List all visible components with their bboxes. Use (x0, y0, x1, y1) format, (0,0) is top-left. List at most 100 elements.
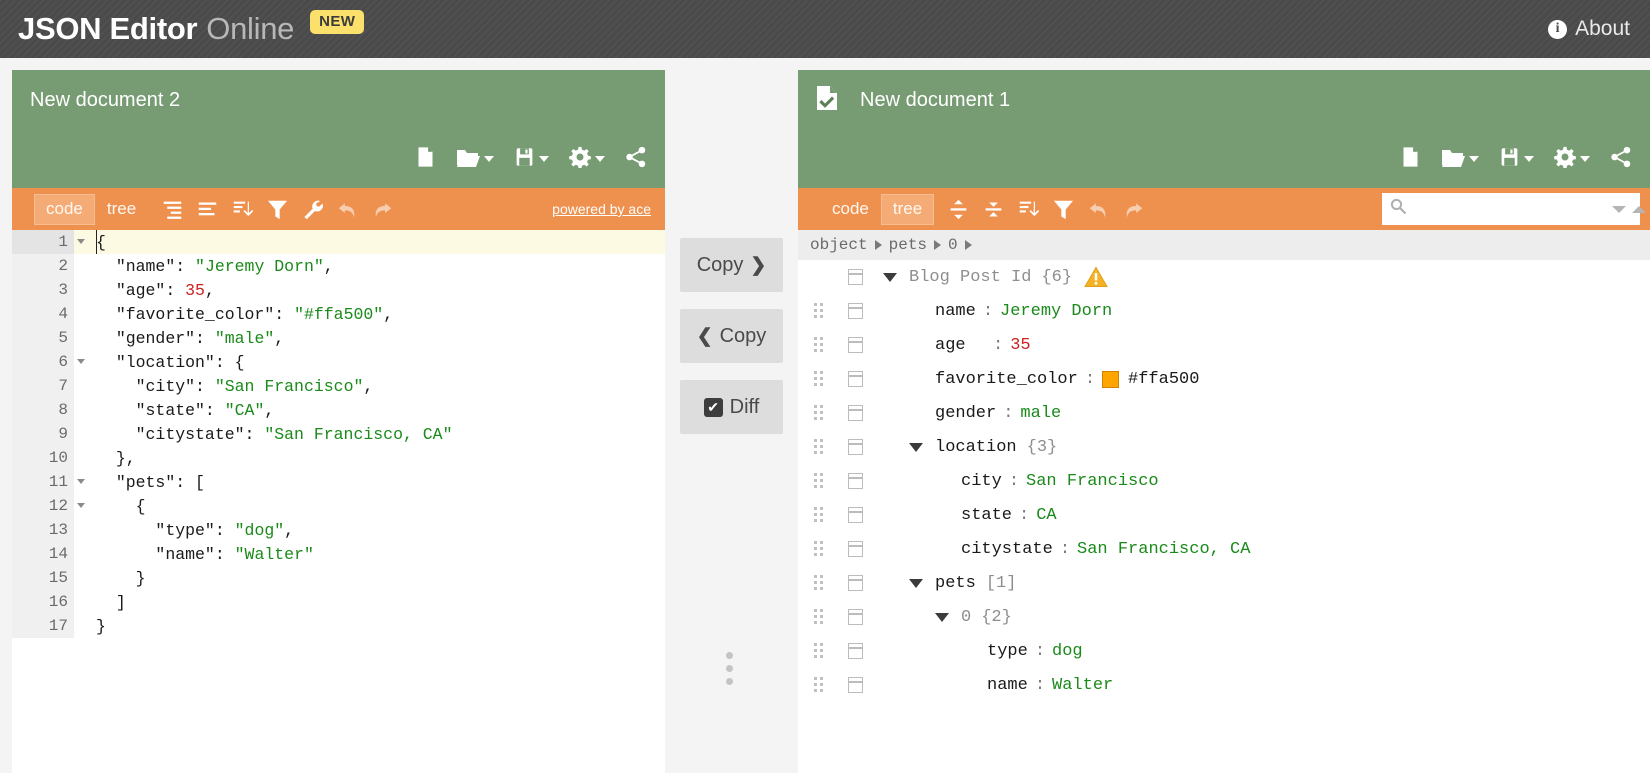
tree-key[interactable]: gender (935, 404, 996, 423)
context-menu-icon[interactable] (848, 643, 863, 659)
breadcrumb-segment[interactable]: object (810, 236, 868, 254)
tree-key[interactable]: Blog Post Id (909, 268, 1031, 287)
gear-button[interactable] (1554, 146, 1590, 173)
code-line[interactable]: 12 { (12, 494, 665, 518)
save-button[interactable] (1499, 145, 1534, 174)
code-line[interactable]: 17} (12, 614, 665, 638)
tree-row[interactable]: pets [1] (798, 566, 1650, 600)
search-input[interactable] (1413, 200, 1612, 218)
tree-key[interactable]: age (935, 336, 986, 355)
breadcrumb-segment[interactable]: 0 (948, 236, 958, 254)
expand-all-icon[interactable] (948, 199, 969, 220)
tree-value[interactable]: San Francisco (1026, 472, 1159, 491)
code-line[interactable]: 16 ] (12, 590, 665, 614)
code-line[interactable]: 15 } (12, 566, 665, 590)
undo-icon[interactable] (1088, 199, 1109, 220)
context-menu-icon[interactable] (848, 575, 863, 591)
sort-icon[interactable] (1018, 199, 1040, 220)
drag-handle-icon[interactable] (814, 371, 830, 387)
left-mode-tab-tree[interactable]: tree (95, 194, 148, 225)
drag-handle-icon[interactable] (814, 439, 830, 455)
tree-key[interactable]: pets (935, 574, 976, 593)
new-badge[interactable]: NEW (310, 10, 365, 34)
share-button[interactable] (1610, 146, 1632, 173)
tree-key[interactable]: name (935, 302, 976, 321)
tree-key[interactable]: location (935, 438, 1017, 457)
right-mode-tab-code[interactable]: code (820, 194, 881, 225)
context-menu-icon[interactable] (848, 541, 863, 557)
panel-resize-handle[interactable] (726, 652, 733, 685)
new-file-button[interactable] (415, 145, 436, 174)
drag-handle-icon[interactable] (814, 609, 830, 625)
tree-view[interactable]: Blog Post Id {6} name: Jeremy Dorn age :35 fa… (798, 260, 1650, 773)
code-line[interactable]: 9 "citystate": "San Francisco, CA" (12, 422, 665, 446)
tree-value[interactable]: male (1020, 404, 1061, 423)
open-folder-button[interactable] (1441, 145, 1479, 174)
new-file-button[interactable] (1400, 145, 1421, 174)
fold-arrow-icon[interactable] (77, 359, 85, 364)
code-line[interactable]: 4 "favorite_color": "#ffa500", (12, 302, 665, 326)
expander-collapse-icon[interactable] (909, 578, 923, 588)
copy-to-right-button[interactable]: Copy ❯ (680, 238, 783, 292)
fold-arrow-icon[interactable] (77, 239, 85, 244)
about-button[interactable]: i About (1548, 17, 1630, 41)
context-menu-icon[interactable] (848, 405, 863, 421)
sort-icon[interactable] (232, 199, 254, 220)
code-line[interactable]: 3 "age": 35, (12, 278, 665, 302)
code-editor[interactable]: 1{2 "name": "Jeremy Dorn", 3 "age": 35, 4 … (12, 230, 665, 773)
code-line[interactable]: 14 "name": "Walter" (12, 542, 665, 566)
context-menu-icon[interactable] (848, 473, 863, 489)
undo-icon[interactable] (337, 199, 358, 220)
tree-key[interactable]: name (987, 676, 1028, 695)
open-folder-button[interactable] (456, 145, 494, 174)
drag-handle-icon[interactable] (814, 541, 830, 557)
share-button[interactable] (625, 146, 647, 173)
context-menu-icon[interactable] (848, 677, 863, 693)
tree-row[interactable]: name: Jeremy Dorn (798, 294, 1650, 328)
drag-handle-icon[interactable] (814, 303, 830, 319)
code-line[interactable]: 7 "city": "San Francisco", (12, 374, 665, 398)
tree-key[interactable]: type (987, 642, 1028, 661)
tree-row[interactable]: citystate: San Francisco, CA (798, 532, 1650, 566)
context-menu-icon[interactable] (848, 507, 863, 523)
repair-wrench-icon[interactable] (302, 199, 324, 220)
tree-row[interactable]: city: San Francisco (798, 464, 1650, 498)
expander-collapse-icon[interactable] (909, 442, 923, 452)
breadcrumb-segment[interactable]: pets (889, 236, 927, 254)
brand-logo[interactable]: JSON Editor Online NEW (18, 10, 365, 47)
filter-icon[interactable] (267, 199, 288, 220)
context-menu-icon[interactable] (848, 371, 863, 387)
tree-row[interactable]: name: Walter (798, 668, 1650, 702)
tree-row[interactable]: age :35 (798, 328, 1650, 362)
code-line[interactable]: 10 }, (12, 446, 665, 470)
code-line[interactable]: 8 "state": "CA", (12, 398, 665, 422)
powered-by-ace-link[interactable]: powered by ace (552, 201, 651, 217)
drag-handle-icon[interactable] (814, 677, 830, 693)
tree-row[interactable]: state: CA (798, 498, 1650, 532)
tree-row[interactable]: Blog Post Id {6} (798, 260, 1650, 294)
redo-icon[interactable] (1123, 199, 1144, 220)
context-menu-icon[interactable] (848, 269, 863, 285)
drag-handle-icon[interactable] (814, 575, 830, 591)
tree-value[interactable]: Walter (1052, 676, 1113, 695)
code-line[interactable]: 5 "gender": "male", (12, 326, 665, 350)
drag-handle-icon[interactable] (814, 643, 830, 659)
tree-value[interactable]: 35 (1010, 336, 1030, 355)
diff-toggle-button[interactable]: ✔ Diff (680, 380, 783, 434)
tree-search-box[interactable] (1382, 193, 1646, 225)
tree-key[interactable]: citystate (961, 540, 1053, 559)
context-menu-icon[interactable] (848, 439, 863, 455)
search-previous-icon[interactable] (1632, 205, 1646, 213)
redo-icon[interactable] (372, 199, 393, 220)
copy-to-left-button[interactable]: ❮ Copy (680, 309, 783, 363)
tree-value[interactable]: San Francisco, CA (1077, 540, 1250, 559)
filter-icon[interactable] (1053, 199, 1074, 220)
tree-value[interactable]: Jeremy Dorn (1000, 302, 1112, 321)
tree-row[interactable]: type: dog (798, 634, 1650, 668)
gear-button[interactable] (569, 146, 605, 173)
code-line[interactable]: 6 "location": { (12, 350, 665, 374)
tree-key[interactable]: 0 (961, 608, 971, 627)
expander-collapse-icon[interactable] (883, 272, 897, 282)
search-next-icon[interactable] (1612, 205, 1626, 213)
warning-icon[interactable] (1084, 266, 1108, 288)
